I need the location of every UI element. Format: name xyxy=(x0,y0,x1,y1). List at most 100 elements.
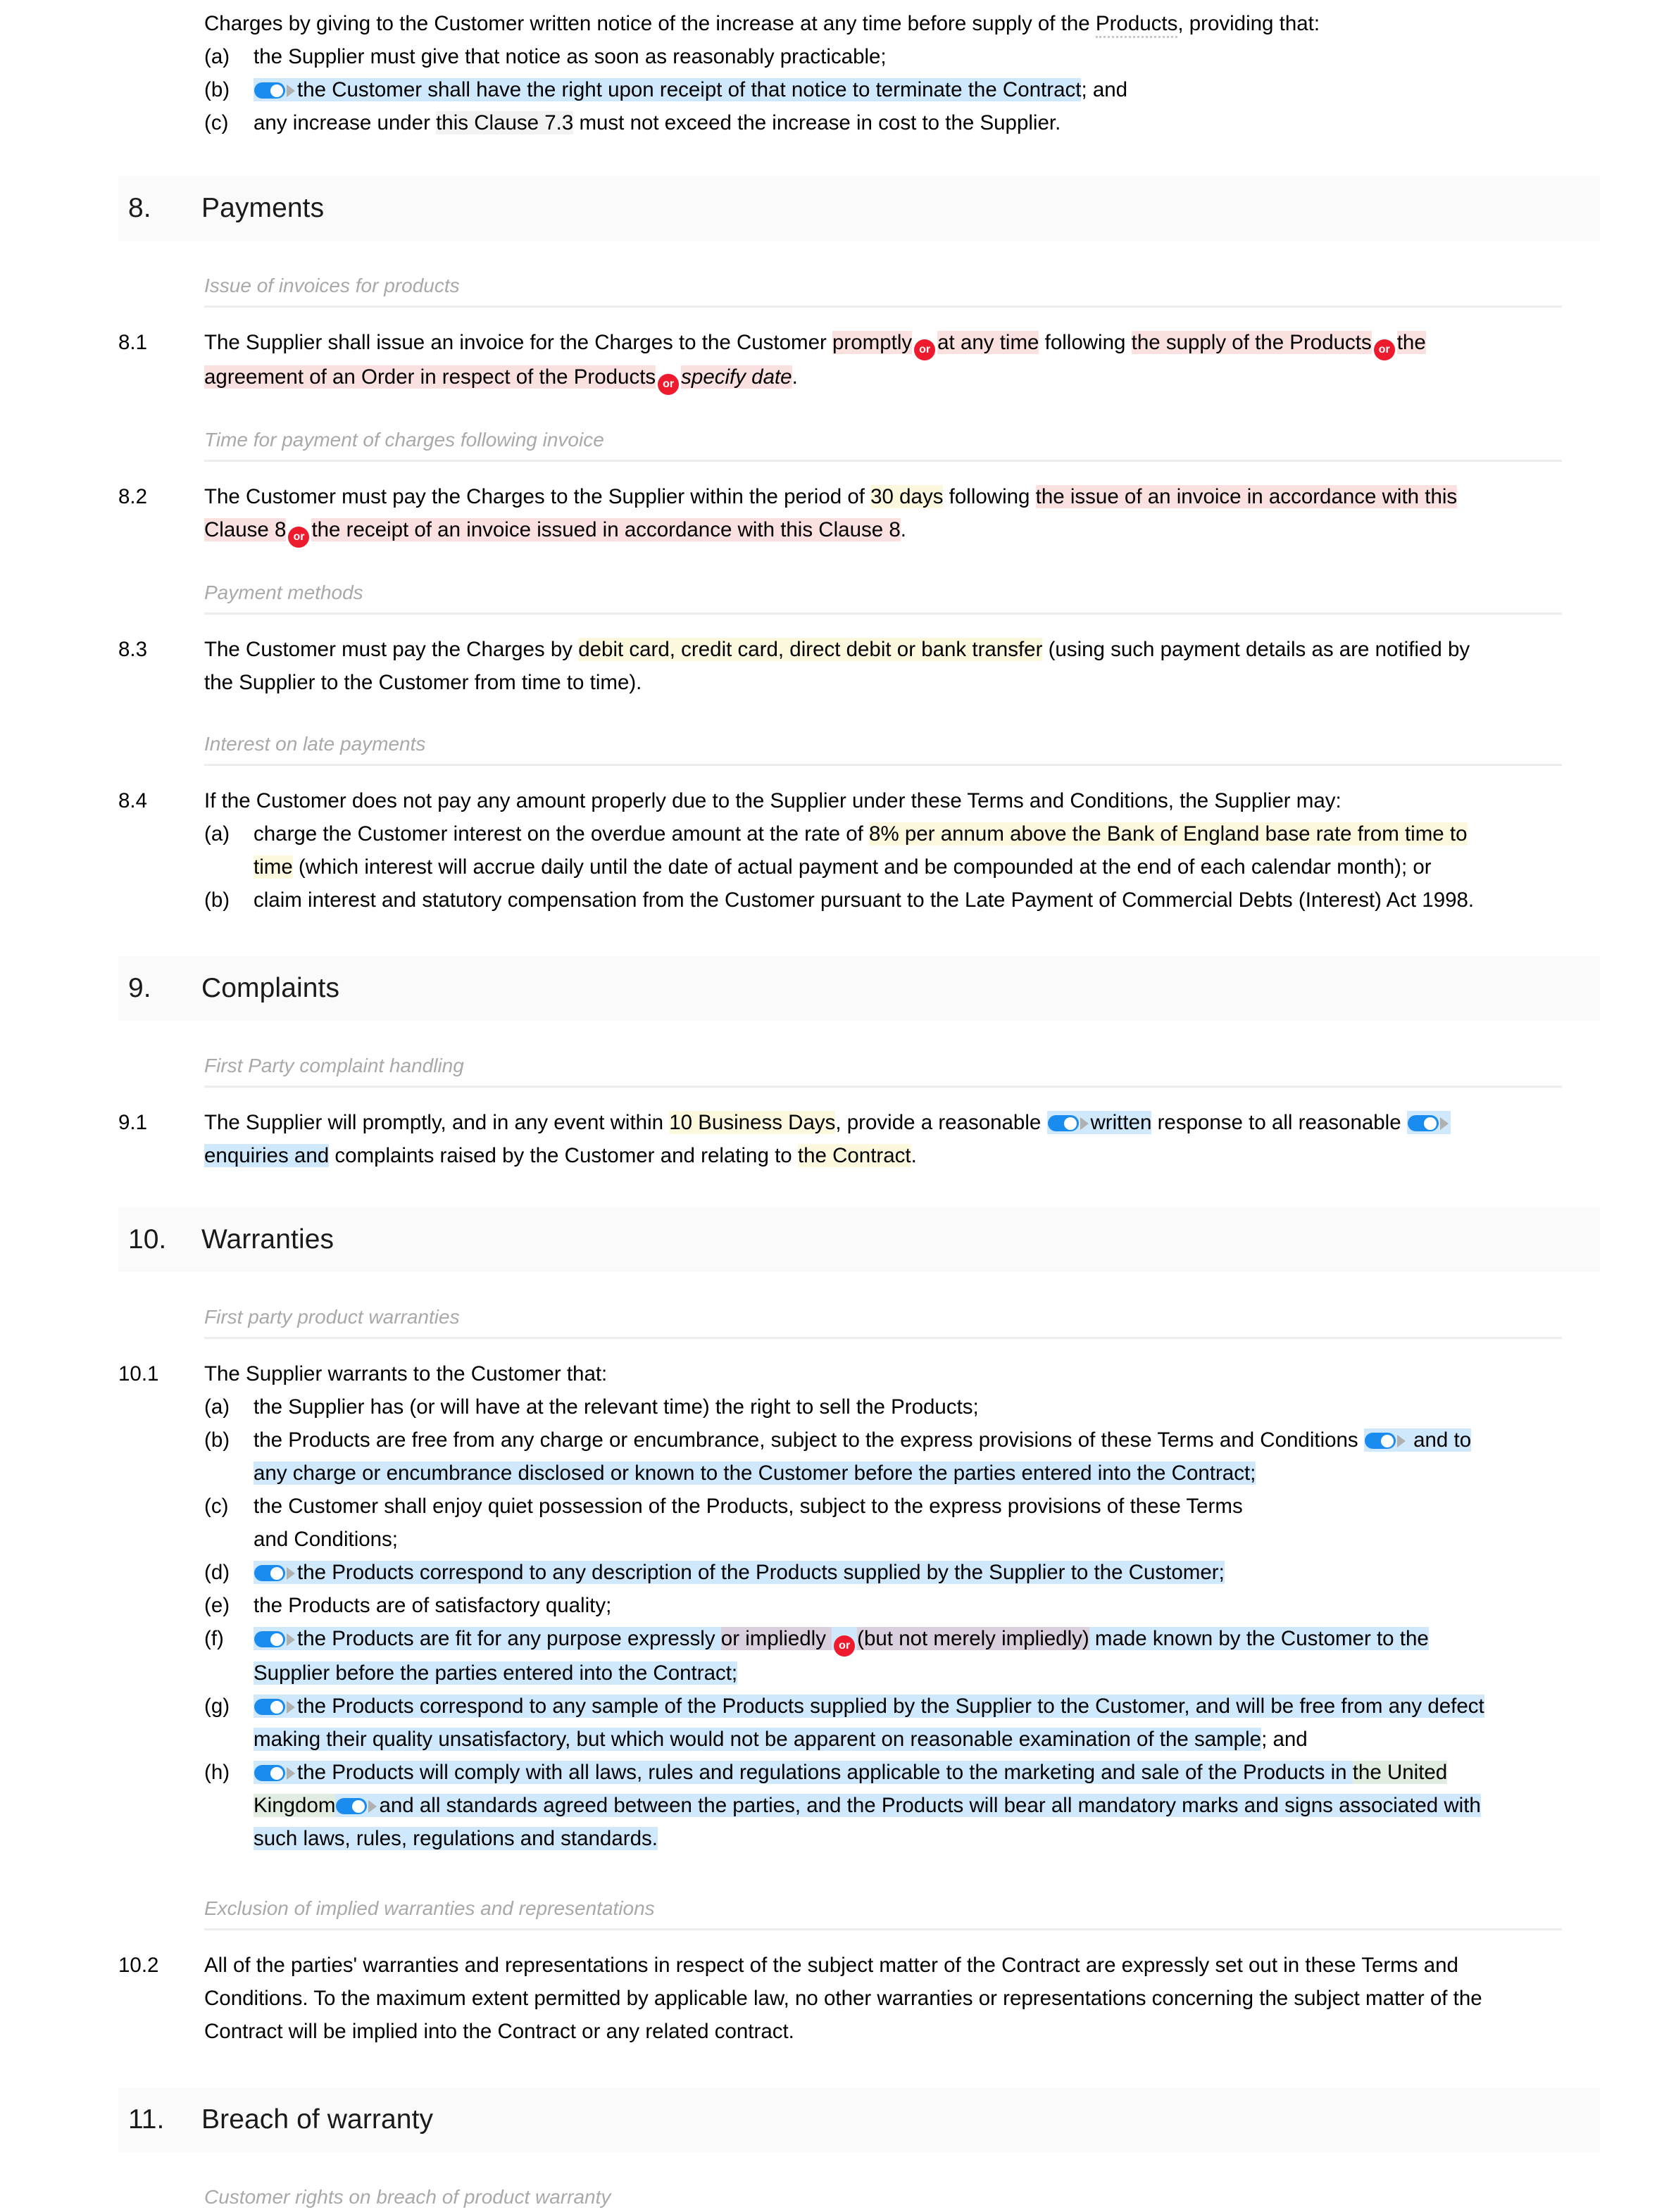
variant-or-impliedly[interactable]: or impliedly xyxy=(720,1627,832,1650)
warranty-item-c: (c) the Customer shall enjoy quiet posse… xyxy=(118,1490,1491,1556)
subheading-wrap-8-3: Payment methods xyxy=(0,579,1676,615)
intro-item-a-text: the Supplier must give that notice as so… xyxy=(254,45,887,68)
toggle-arrow-icon xyxy=(1439,1117,1449,1130)
item-a-text: the Supplier has (or will have at the re… xyxy=(254,1395,979,1419)
toggle-control[interactable] xyxy=(1047,1111,1091,1134)
frag-text: The Supplier shall issue an invoice for … xyxy=(204,331,833,354)
subheading-wrap-11-1: Customer rights on breach of product war… xyxy=(0,2183,1676,2212)
section-title: Warranties xyxy=(201,1224,334,1255)
item-b-row: (b) the Products are free from any charg… xyxy=(204,1424,1491,1490)
variable-30-days[interactable]: 30 days xyxy=(870,485,944,508)
item-e-text: the Products are of satisfactory quality… xyxy=(254,1594,612,1617)
or-badge-icon[interactable]: or xyxy=(1373,339,1395,360)
intro-item-c-after: must not exceed the increase in cost to … xyxy=(573,111,1061,134)
toggle-control[interactable] xyxy=(254,78,297,101)
intro-item-b-highlighted: the Customer shall have the right upon r… xyxy=(297,78,1082,101)
clause-8-1-text: The Supplier shall issue an invoice for … xyxy=(204,326,1491,395)
list-letter-d: (d) xyxy=(204,1561,230,1584)
toggle-switch-icon[interactable] xyxy=(254,1699,285,1715)
clause-cross-reference[interactable]: this Clause 7.3 xyxy=(436,111,574,134)
toggle-control[interactable] xyxy=(254,1561,297,1584)
variant-at-any-time[interactable]: at any time xyxy=(937,331,1039,354)
or-badge-icon[interactable]: or xyxy=(658,374,680,395)
section-heading-payments: 8. Payments xyxy=(118,176,1600,241)
toggle-switch-icon[interactable] xyxy=(1047,1115,1079,1131)
warranty-item-h: (h) the Products will comply with all la… xyxy=(118,1756,1491,1855)
list-letter-c: (c) xyxy=(204,111,229,134)
subheading-issue-of-invoices: Issue of invoices for products xyxy=(204,272,1562,308)
item-a-text: charge the Customer interest on the over… xyxy=(254,817,1491,884)
item-b-plain: the Products are free from any charge or… xyxy=(254,1428,1358,1452)
optional-enquiries-and: enquiries and xyxy=(204,1144,330,1167)
subheading-interest-on-late-payments: Interest on late payments xyxy=(204,730,1562,766)
toggle-switch-icon[interactable] xyxy=(1407,1115,1439,1131)
item-f-row: (f) the Products are fit for any purpose… xyxy=(204,1622,1491,1690)
intro-item-c-before: any increase under xyxy=(254,111,437,134)
clause-number-10-1: 10.1 xyxy=(118,1362,159,1385)
or-badge-icon[interactable]: or xyxy=(834,1635,856,1657)
item-f-text: the Products are fit for any purpose exp… xyxy=(254,1622,1437,1690)
variable-10-business-days[interactable]: 10 Business Days xyxy=(669,1111,836,1134)
variant-receipt-of-invoice[interactable]: the receipt of an invoice issued in acco… xyxy=(311,518,901,541)
subheading-first-party-product-warranties: First party product warranties xyxy=(204,1303,1562,1339)
toggle-arrow-icon xyxy=(1080,1117,1089,1130)
subheading-exclusion-of-implied-warranties: Exclusion of implied warranties and repr… xyxy=(204,1894,1562,1930)
intro-item-b-row: (b) the Customer shall have the right up… xyxy=(204,73,1491,106)
item-g-tail: ; and xyxy=(1261,1728,1308,1751)
variable-the-contract[interactable]: the Contract xyxy=(797,1144,911,1167)
intro-item-a-row: (a) the Supplier must give that notice a… xyxy=(204,40,1491,73)
list-letter-a: (a) xyxy=(204,1395,230,1419)
clause-number-8-4: 8.4 xyxy=(118,789,148,812)
clause-number-8-1: 8.1 xyxy=(118,331,148,354)
subheading-time-for-payment: Time for payment of charges following in… xyxy=(204,426,1562,462)
section-title: Complaints xyxy=(201,973,340,1003)
section-heading-complaints: 9. Complaints xyxy=(118,956,1600,1021)
toggle-switch-icon[interactable] xyxy=(254,1765,285,1781)
item-a-row: (a) the Supplier has (or will have at th… xyxy=(204,1390,1491,1424)
or-badge-icon[interactable]: or xyxy=(288,527,310,548)
toggle-control[interactable] xyxy=(335,1794,379,1817)
subheading-payment-methods: Payment methods xyxy=(204,579,1562,615)
section-heading-warranties: 10. Warranties xyxy=(118,1207,1600,1272)
section-title: Payments xyxy=(201,193,325,223)
or-badge-icon[interactable]: or xyxy=(914,339,936,360)
toggle-switch-icon[interactable] xyxy=(254,82,285,99)
toggle-control[interactable] xyxy=(254,1761,297,1784)
clause-8-4: 8.4 If the Customer does not pay any amo… xyxy=(118,784,1491,817)
clause-number-9-1: 9.1 xyxy=(118,1111,148,1134)
variable-payment-methods[interactable]: debit card, credit card, direct debit or… xyxy=(578,638,1043,661)
intro-item-b-text: the Customer shall have the right upon r… xyxy=(254,73,1491,106)
variant-supply-of-products[interactable]: the supply of the Products xyxy=(1131,331,1372,354)
clause-8-2-text: The Customer must pay the Charges to the… xyxy=(204,480,1491,548)
variant-specify-date[interactable]: specify date xyxy=(681,365,792,389)
frag-following: following xyxy=(943,485,1036,508)
intro-item-c-row: (c) any increase under this Clause 7.3 m… xyxy=(204,106,1491,139)
toggle-switch-icon[interactable] xyxy=(254,1565,285,1581)
intro-item-c-text: any increase under this Clause 7.3 must … xyxy=(254,106,1491,139)
toggle-control[interactable] xyxy=(1364,1428,1408,1452)
toggle-control[interactable] xyxy=(1407,1111,1451,1134)
subheading-wrap-8-4: Interest on late payments xyxy=(0,730,1676,766)
toggle-switch-icon[interactable] xyxy=(254,1631,285,1647)
variant-not-merely-impliedly[interactable]: (but not merely impliedly) xyxy=(857,1627,1089,1650)
frag-following: following xyxy=(1039,331,1132,354)
toggle-switch-icon[interactable] xyxy=(336,1798,368,1814)
list-letter-b: (b) xyxy=(204,888,230,912)
optional-written: written xyxy=(1090,1111,1152,1134)
document-page: Charges by giving to the Customer writte… xyxy=(0,0,1676,2212)
clause-8-1: 8.1 The Supplier shall issue an invoice … xyxy=(118,326,1491,395)
warranty-item-d: (d) the Products correspond to any descr… xyxy=(118,1556,1491,1589)
toggle-arrow-icon xyxy=(287,1767,295,1780)
list-letter-h: (h) xyxy=(204,1761,230,1784)
clause-number-8-3: 8.3 xyxy=(118,638,148,661)
toggle-control[interactable] xyxy=(254,1627,297,1650)
clause-8-4-lead: If the Customer does not pay any amount … xyxy=(204,789,1342,812)
warranty-item-f: (f) the Products are fit for any purpose… xyxy=(118,1622,1491,1690)
variant-promptly[interactable]: promptly xyxy=(832,331,913,354)
subheading-first-party-complaint-handling: First Party complaint handling xyxy=(204,1052,1562,1088)
section-heading-breach-of-warranty: 11. Breach of warranty xyxy=(118,2087,1600,2152)
item-c-text: the Customer shall enjoy quiet possessio… xyxy=(254,1495,1243,1551)
toggle-switch-icon[interactable] xyxy=(1364,1433,1396,1449)
toggle-control[interactable] xyxy=(254,1695,297,1718)
section-number: 9. xyxy=(128,973,151,1003)
